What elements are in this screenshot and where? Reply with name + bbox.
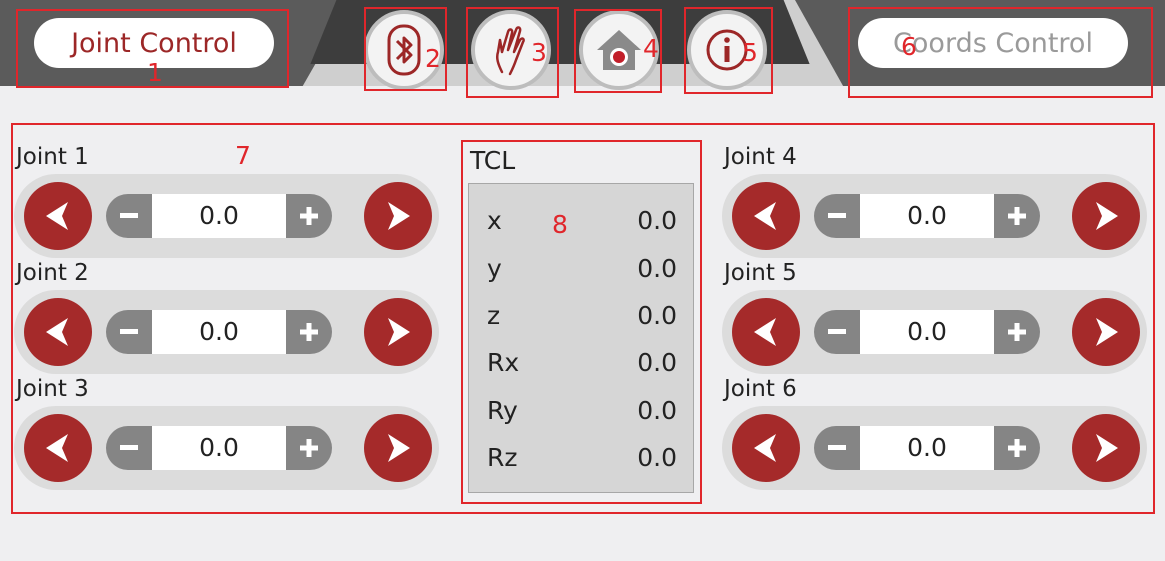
joint-1-increase-button[interactable] (364, 182, 432, 250)
joint-4-increase-button[interactable] (1072, 182, 1140, 250)
tcl-value: 0.0 (637, 348, 677, 377)
joint-1-plus-button[interactable] (286, 194, 332, 238)
chevron-right-icon (1096, 434, 1118, 462)
chevron-right-icon (1096, 318, 1118, 346)
joint-2-label: Joint 2 (16, 260, 89, 286)
joint-2-minus-button[interactable] (106, 310, 152, 354)
plus-icon (1008, 323, 1026, 341)
plus-icon (300, 207, 318, 225)
tcl-value: 0.0 (637, 301, 677, 330)
tcl-row-x: x 0.0 (469, 206, 695, 246)
bluetooth-icon (387, 24, 421, 76)
joint-5-minus-button[interactable] (814, 310, 860, 354)
joint-6-value-field[interactable]: 0.0 (860, 426, 994, 470)
tcl-value: 0.0 (637, 443, 677, 472)
joint-5-decrease-button[interactable] (732, 298, 800, 366)
tcl-key: x (487, 206, 502, 235)
minus-icon (120, 213, 138, 218)
minus-icon (828, 213, 846, 218)
tcl-key: z (487, 301, 501, 330)
joint-5-control: 0.0 (722, 290, 1147, 374)
joint-1-value-field[interactable]: 0.0 (152, 194, 286, 238)
tcl-value: 0.0 (637, 206, 677, 235)
bluetooth-button[interactable] (364, 10, 444, 90)
joint-6-minus-button[interactable] (814, 426, 860, 470)
joint-3-control: 0.0 (14, 406, 439, 490)
joint-2-decrease-button[interactable] (24, 298, 92, 366)
tcl-row-rx: Rx 0.0 (469, 348, 695, 388)
joint-6-decrease-button[interactable] (732, 414, 800, 482)
coords-control-button[interactable]: Coords Control (858, 18, 1128, 68)
joint-6-control: 0.0 (722, 406, 1147, 490)
chevron-right-icon (388, 318, 410, 346)
home-button[interactable] (579, 10, 659, 90)
chevron-left-icon (754, 318, 776, 346)
plus-icon (300, 439, 318, 457)
minus-icon (120, 445, 138, 450)
joint-4-control: 0.0 (722, 174, 1147, 258)
tcl-key: Rx (487, 348, 520, 377)
tcl-row-ry: Ry 0.0 (469, 396, 695, 436)
plus-icon (1008, 439, 1026, 457)
joint-3-plus-button[interactable] (286, 426, 332, 470)
tcl-value: 0.0 (637, 396, 677, 425)
joint-4-value-field[interactable]: 0.0 (860, 194, 994, 238)
joint-1-control: 0.0 (14, 174, 439, 258)
chevron-right-icon (1096, 202, 1118, 230)
joint-1-decrease-button[interactable] (24, 182, 92, 250)
tcl-title: TCL (470, 146, 516, 175)
chevron-right-icon (388, 434, 410, 462)
plus-icon (1008, 207, 1026, 225)
annotation-label-7: 7 (235, 141, 251, 170)
joint-5-increase-button[interactable] (1072, 298, 1140, 366)
chevron-left-icon (754, 434, 776, 462)
joint-3-minus-button[interactable] (106, 426, 152, 470)
joint-6-label: Joint 6 (724, 376, 797, 402)
info-icon (706, 29, 748, 71)
joint-2-control: 0.0 (14, 290, 439, 374)
minus-icon (120, 329, 138, 334)
joint-1-label: Joint 1 (16, 144, 89, 170)
joint-1-minus-button[interactable] (106, 194, 152, 238)
tcl-row-rz: Rz 0.0 (469, 443, 695, 483)
joint-5-value-field[interactable]: 0.0 (860, 310, 994, 354)
hand-icon (495, 26, 525, 76)
joint-3-increase-button[interactable] (364, 414, 432, 482)
chevron-left-icon (754, 202, 776, 230)
tcl-readout-panel: x 0.0 y 0.0 z 0.0 Rx 0.0 Ry 0.0 Rz 0.0 (468, 183, 694, 493)
joint-5-label: Joint 5 (724, 260, 797, 286)
tcl-value: 0.0 (637, 254, 677, 283)
joint-6-plus-button[interactable] (994, 426, 1040, 470)
hand-button[interactable] (471, 10, 551, 90)
joint-4-plus-button[interactable] (994, 194, 1040, 238)
tcl-key: Ry (487, 396, 518, 425)
joint-control-button[interactable]: Joint Control (34, 18, 274, 68)
tcl-row-y: y 0.0 (469, 254, 695, 294)
joint-5-plus-button[interactable] (994, 310, 1040, 354)
chevron-right-icon (388, 202, 410, 230)
joint-4-label: Joint 4 (724, 144, 797, 170)
joint-4-minus-button[interactable] (814, 194, 860, 238)
joint-3-decrease-button[interactable] (24, 414, 92, 482)
minus-icon (828, 445, 846, 450)
home-icon (597, 30, 641, 70)
joint-4-decrease-button[interactable] (732, 182, 800, 250)
joint-6-increase-button[interactable] (1072, 414, 1140, 482)
chevron-left-icon (46, 202, 68, 230)
joint-2-value-field[interactable]: 0.0 (152, 310, 286, 354)
tcl-key: y (487, 254, 502, 283)
joint-2-plus-button[interactable] (286, 310, 332, 354)
joint-3-label: Joint 3 (16, 376, 89, 402)
joint-3-value-field[interactable]: 0.0 (152, 426, 286, 470)
tcl-row-z: z 0.0 (469, 301, 695, 341)
joint-2-increase-button[interactable] (364, 298, 432, 366)
chevron-left-icon (46, 434, 68, 462)
chevron-left-icon (46, 318, 68, 346)
minus-icon (828, 329, 846, 334)
tcl-key: Rz (487, 443, 518, 472)
plus-icon (300, 323, 318, 341)
info-button[interactable] (687, 10, 767, 90)
